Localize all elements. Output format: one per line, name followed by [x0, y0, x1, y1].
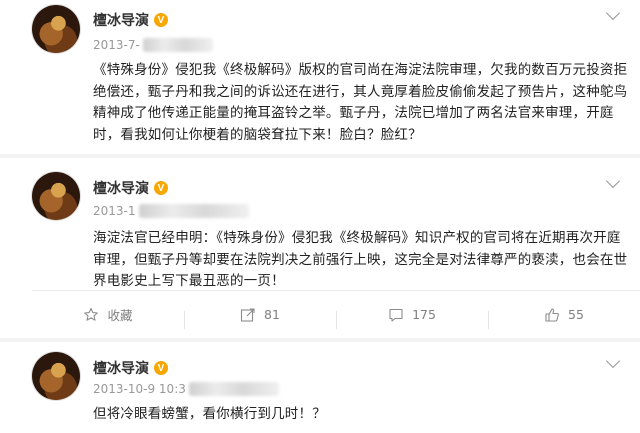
weibo-post: 檀冰导演 V 2013-10-9 10:3 但将冷眼看螃蟹，看你横行到几时！？	[0, 338, 640, 433]
post-meta: 2013-7-	[93, 38, 213, 52]
star-icon	[84, 307, 99, 321]
chevron-down-icon[interactable]	[605, 353, 621, 369]
like-icon	[545, 307, 559, 322]
post-meta: 2013-1	[93, 204, 249, 218]
weibo-post: 檀冰导演 V 2013-7- 《特殊身份》侵犯我《终极解码》版权的官司尚在海淀法…	[0, 0, 640, 154]
redacted-blur	[188, 382, 279, 396]
share-count: 81	[264, 307, 280, 322]
post-content: 但将冷眼看螃蟹，看你横行到几时！？	[93, 406, 326, 422]
comment-count: 175	[412, 307, 436, 322]
verified-badge-icon: V	[154, 181, 168, 195]
avatar[interactable]	[32, 172, 80, 220]
share-button[interactable]: 81	[184, 307, 336, 329]
post-content: 海淀法官已经申明：《特殊身份》侵犯我《终极解码》知识产权的官司将在近期再次开庭审…	[93, 230, 628, 289]
comment-icon	[389, 308, 403, 322]
like-button[interactable]: 55	[488, 307, 640, 329]
post-content: 《特殊身份》侵犯我《终极解码》版权的官司尚在海淀法院审理，欠我的数百万元投资拒绝…	[93, 62, 628, 143]
post-meta: 2013-10-9 10:3	[93, 382, 279, 396]
verified-badge-icon: V	[154, 13, 168, 27]
author-name[interactable]: 檀冰导演	[93, 178, 149, 198]
favorite-button[interactable]: 收藏	[32, 305, 184, 324]
avatar[interactable]	[32, 352, 80, 400]
post-author: 檀冰导演 V	[93, 358, 168, 378]
post-action-bar: 收藏 81 175 55	[32, 290, 640, 338]
post-time[interactable]: 2013-10-9 10:3	[93, 382, 186, 396]
redacted-blur	[142, 38, 213, 52]
author-name[interactable]: 檀冰导演	[93, 358, 149, 378]
chevron-down-icon[interactable]	[605, 173, 621, 189]
share-icon	[240, 307, 255, 322]
like-count: 55	[568, 307, 584, 322]
post-author: 檀冰导演 V	[93, 10, 168, 30]
verified-badge-icon: V	[154, 361, 168, 375]
author-name[interactable]: 檀冰导演	[93, 10, 149, 30]
redacted-blur	[138, 204, 249, 218]
avatar[interactable]	[32, 5, 80, 53]
favorite-label: 收藏	[107, 308, 133, 323]
comment-button[interactable]: 175	[336, 307, 488, 329]
chevron-down-icon[interactable]	[605, 5, 621, 21]
post-time[interactable]: 2013-1	[93, 204, 136, 218]
post-time[interactable]: 2013-7-	[93, 38, 140, 52]
post-author: 檀冰导演 V	[93, 178, 168, 198]
